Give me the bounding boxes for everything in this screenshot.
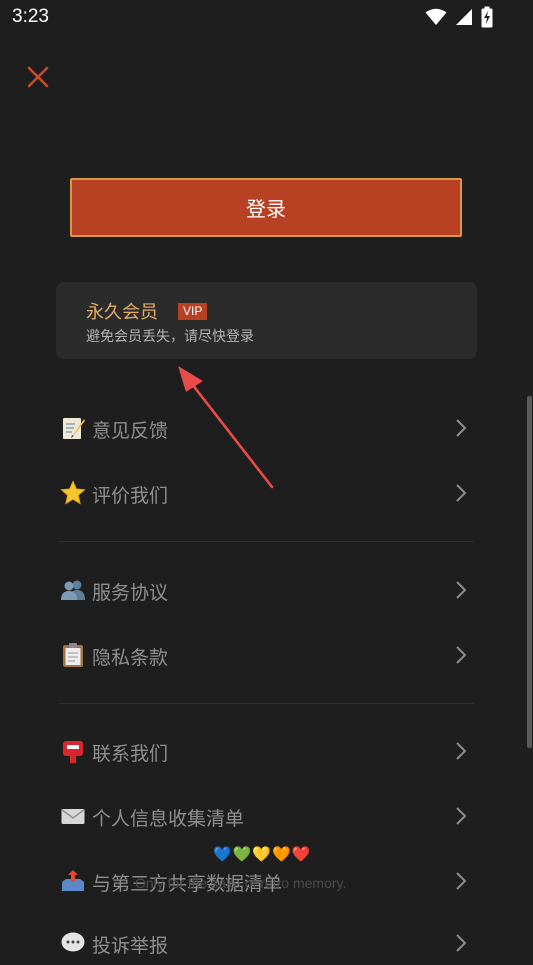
- vip-title: 永久会员: [86, 302, 158, 323]
- menu-item-label: 隐私条款: [92, 647, 169, 669]
- status-bar: 3:23: [0, 0, 533, 36]
- chevron-right-icon: [456, 872, 467, 890]
- login-button[interactable]: 登录: [70, 178, 462, 237]
- vip-badge: VIP: [178, 303, 208, 320]
- speech-bubble-icon: [60, 930, 86, 956]
- menu-item-label: 服务协议: [92, 582, 169, 604]
- chevron-right-icon: [456, 742, 467, 760]
- menu-item-label: 投诉举报: [92, 935, 169, 957]
- chevron-right-icon: [456, 807, 467, 825]
- menu-item-privacy-policy[interactable]: 隐私条款: [58, 633, 472, 677]
- menu-item-report-complaint[interactable]: 投诉举报: [58, 921, 472, 965]
- menu-item-contact-us[interactable]: 联系我们: [58, 729, 472, 773]
- envelope-icon: [60, 803, 86, 829]
- menu-item-label: 个人信息收集清单: [92, 808, 245, 830]
- status-time: 3:23: [12, 6, 49, 27]
- chevron-right-icon: [456, 934, 467, 952]
- hearts-decoration: 💙💚💛🧡❤️: [213, 845, 312, 863]
- menu-item-rate-us[interactable]: 评价我们: [58, 471, 472, 515]
- wifi-icon: [425, 8, 447, 25]
- vip-subtitle: 避免会员丢失，请尽快登录: [86, 329, 254, 345]
- outbox-tray-icon: [60, 868, 86, 894]
- menu-item-service-agreement[interactable]: 服务协议: [58, 568, 472, 612]
- battery-charging-icon: [481, 6, 493, 28]
- chevron-right-icon: [456, 646, 467, 664]
- people-icon: [60, 577, 86, 603]
- menu-item-label: 意见反馈: [92, 420, 169, 442]
- close-button[interactable]: [25, 64, 51, 90]
- vip-membership-card[interactable]: 永久会员 VIP 避免会员丢失，请尽快登录: [56, 282, 477, 359]
- star-icon: [60, 480, 86, 506]
- chevron-right-icon: [456, 581, 467, 599]
- menu-item-label: 评价我们: [92, 485, 169, 507]
- chevron-right-icon: [456, 419, 467, 437]
- close-icon: [27, 66, 49, 88]
- section-divider: [58, 541, 474, 542]
- scrollbar[interactable]: [527, 396, 532, 748]
- menu-item-label: 联系我们: [92, 743, 169, 765]
- section-divider: [58, 703, 474, 704]
- chevron-right-icon: [456, 484, 467, 502]
- status-icons: [425, 6, 493, 28]
- memo-icon: [60, 415, 86, 441]
- postbox-icon: [60, 738, 86, 764]
- clipboard-icon: [60, 642, 86, 668]
- menu-item-feedback[interactable]: 意见反馈: [58, 406, 472, 450]
- watermark-text: Only for the sake of retro memory.: [135, 875, 347, 891]
- cellular-signal-icon: [456, 9, 472, 25]
- menu-item-personal-info-collection[interactable]: 个人信息收集清单: [58, 794, 472, 838]
